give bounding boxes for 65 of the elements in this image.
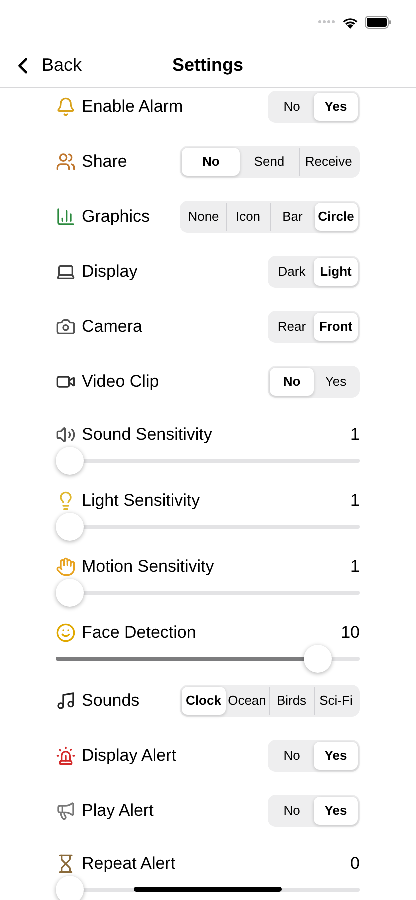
setting-label: Sounds xyxy=(82,690,140,712)
bar-chart-icon xyxy=(56,206,76,226)
slider-thumb[interactable] xyxy=(56,447,84,475)
segment[interactable]: Yes xyxy=(314,742,358,770)
setting-label: Share xyxy=(82,150,128,173)
slider[interactable] xyxy=(56,645,360,673)
slider-value: 0 xyxy=(350,853,360,876)
segment[interactable]: Ocean xyxy=(226,686,269,714)
speaker-icon xyxy=(56,425,76,445)
setting-label: Video Clip xyxy=(82,370,160,393)
segment[interactable]: No xyxy=(270,92,314,120)
megaphone-icon xyxy=(56,800,76,820)
setting-label: Display xyxy=(82,260,138,283)
wifi-icon xyxy=(342,16,359,28)
slider-thumb[interactable] xyxy=(304,645,332,673)
segment[interactable]: Yes xyxy=(314,92,358,120)
setting-label: Face Detection xyxy=(82,622,196,644)
slider-thumb[interactable] xyxy=(56,876,84,900)
setting-label: Repeat Alert xyxy=(82,853,176,876)
setting-label: Sound Sensitivity xyxy=(82,424,212,446)
setting-label: Motion Sensitivity xyxy=(82,556,214,578)
segment[interactable]: No xyxy=(182,148,240,176)
signal-icon xyxy=(318,20,336,24)
slider-value: 1 xyxy=(350,556,360,578)
segment[interactable]: Yes xyxy=(314,796,358,824)
segment[interactable]: Receive xyxy=(298,148,358,176)
segment[interactable]: Clock xyxy=(182,686,226,714)
segment[interactable]: Icon xyxy=(226,202,270,230)
back-button[interactable]: Back xyxy=(0,52,82,79)
segment[interactable]: Sci-Fi xyxy=(314,686,358,714)
setting-label: Camera xyxy=(82,316,142,338)
segment[interactable]: Rear xyxy=(270,312,314,340)
setting-label: Graphics xyxy=(82,206,150,228)
slider[interactable] xyxy=(56,579,360,607)
segment[interactable]: Front xyxy=(314,312,358,340)
segment[interactable]: No xyxy=(270,796,314,824)
slider-thumb[interactable] xyxy=(56,513,84,541)
waving-hand-icon xyxy=(56,557,76,577)
slider-value: 1 xyxy=(350,490,360,512)
slider-value: 1 xyxy=(350,424,360,446)
slider[interactable] xyxy=(56,513,360,541)
camera-icon xyxy=(56,316,76,336)
segment[interactable]: Send xyxy=(240,148,299,176)
slider-thumb[interactable] xyxy=(56,579,84,607)
segment[interactable]: Birds xyxy=(269,686,314,714)
segment[interactable]: None xyxy=(182,202,226,230)
segment[interactable]: Light xyxy=(314,258,358,286)
setting-label: Enable Alarm xyxy=(82,96,184,118)
segment[interactable]: No xyxy=(270,368,314,396)
bell-icon xyxy=(56,96,76,116)
battery-icon xyxy=(365,16,392,28)
people-icon xyxy=(56,152,76,172)
segment[interactable]: Dark xyxy=(270,258,314,286)
slider-value: 10 xyxy=(341,622,360,644)
music-notes-icon xyxy=(56,690,76,710)
siren-icon xyxy=(56,746,76,766)
screen-title: Settings xyxy=(172,54,244,77)
setting-label: Display Alert xyxy=(82,744,176,767)
smiley-icon xyxy=(56,623,76,643)
setting-label: Light Sensitivity xyxy=(82,490,200,512)
segment[interactable]: Circle xyxy=(314,202,358,230)
segment[interactable]: No xyxy=(270,742,314,770)
setting-label: Play Alert xyxy=(82,800,154,822)
segment[interactable]: Yes xyxy=(314,368,358,396)
slider[interactable] xyxy=(56,447,360,475)
